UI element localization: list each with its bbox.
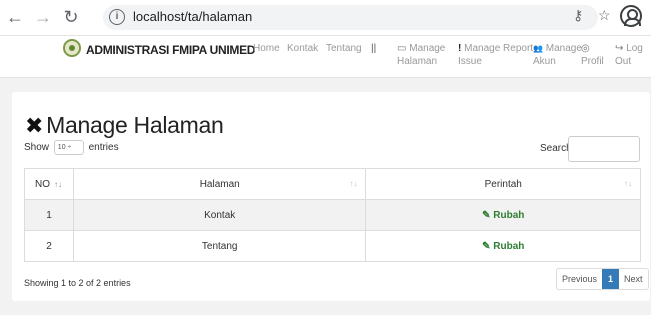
nav-divider-label: || (371, 43, 377, 54)
sort-icon: ↑↓ (624, 179, 632, 188)
browser-toolbar: ← → ↻ i localhost/ta/halaman ⚷ ☆ (0, 0, 651, 36)
header-perintah[interactable]: Perintah ↑↓ (365, 168, 641, 200)
page-1-button[interactable]: 1 (602, 269, 620, 289)
nav-kontak-label: Kontak (287, 43, 319, 54)
entries-select[interactable]: 10 ÷ (53, 140, 84, 155)
nav-divider: || (371, 42, 376, 55)
show-prefix: Show (24, 142, 50, 154)
header-no[interactable]: NO ↑↓ (24, 168, 74, 200)
halaman-table: NO ↑↓ Halaman ↑↓ Perintah ↑↓ 1 Kontak ✎ R… (24, 168, 641, 262)
nav-manage-halaman-label2: Halaman (397, 56, 438, 67)
cell-halaman: Kontak (72, 199, 367, 231)
nav-manage-akun[interactable]: 👥 Manage Akun (533, 42, 582, 68)
nav-manage-report-label2: Issue (458, 56, 482, 67)
next-button[interactable]: Next (619, 269, 648, 289)
header-halaman-label: Halaman (199, 178, 240, 190)
show-entries: Show 10 ÷ entries (24, 140, 119, 155)
showing-info: Showing 1 to 2 of 2 entries (24, 278, 131, 288)
nav-logout[interactable]: ↪ Log Out (615, 42, 643, 68)
pagination: Previous 1 Next (556, 268, 649, 290)
logo (63, 39, 81, 57)
nav-manage-report[interactable]: ! Manage Report Issue (458, 42, 533, 68)
table-row: 1 Kontak ✎ Rubah (24, 199, 641, 231)
users-icon: 👥 (533, 44, 543, 53)
nav-logout-label2: Out (615, 56, 632, 67)
info-icon[interactable]: i (109, 9, 125, 25)
exclamation-icon: ! (458, 43, 462, 54)
cell-perintah: ✎ Rubah (365, 199, 641, 231)
nav-kontak[interactable]: Kontak (287, 42, 318, 55)
profile-icon[interactable] (620, 5, 642, 27)
header-perintah-label: Perintah (484, 178, 522, 190)
rubah-label: Rubah (493, 240, 525, 252)
star-icon[interactable]: ☆ (598, 7, 611, 24)
nav-manage-halaman-label: Manage (409, 43, 446, 54)
profile-circle-icon: ◎ (581, 43, 590, 54)
sort-asc-icon: ↑↓ (54, 179, 62, 189)
nav-profil-label: Profil (581, 56, 604, 67)
rubah-label: Rubah (493, 209, 525, 221)
cell-perintah: ✎ Rubah (365, 230, 641, 262)
nav-manage-halaman[interactable]: ▭ Manage Halaman (397, 42, 445, 68)
cell-no: 1 (24, 199, 74, 231)
nav-manage-akun-label2: Akun (533, 56, 556, 67)
edit-icon: ✎ (482, 240, 491, 252)
page-title-text: Manage Halaman (46, 112, 224, 138)
nav-tentang[interactable]: Tentang (326, 42, 362, 55)
reload-icon[interactable]: ↻ (60, 6, 82, 28)
logout-icon: ↪ (615, 43, 624, 54)
header-no-label: NO (35, 178, 50, 190)
page-title: ✖ Manage Halaman (25, 112, 224, 139)
nav-manage-report-label: Manage Report (464, 43, 534, 54)
nav-logout-label: Log (626, 43, 643, 54)
table-header-row: NO ↑↓ Halaman ↑↓ Perintah ↑↓ (24, 168, 641, 200)
back-icon[interactable]: ← (4, 6, 26, 28)
address-bar[interactable]: i localhost/ta/halaman (103, 5, 598, 30)
window-icon: ▭ (397, 43, 407, 54)
brand-title[interactable]: ADMINISTRASI FMIPA UNIMED (86, 43, 255, 57)
sort-icon: ↑↓ (349, 179, 358, 188)
url-text: localhost/ta/halaman (133, 9, 253, 24)
header-halaman[interactable]: Halaman ↑↓ (72, 168, 367, 200)
search-input[interactable] (568, 136, 640, 162)
rubah-link[interactable]: ✎ Rubah (482, 241, 524, 252)
nav-manage-akun-label: Manage (545, 43, 582, 54)
key-icon[interactable]: ⚷ (573, 7, 583, 24)
table-row: 2 Tentang ✎ Rubah (24, 230, 641, 262)
nav-home-label: Home (253, 43, 280, 54)
rubah-link[interactable]: ✎ Rubah (482, 210, 524, 221)
cell-halaman: Tentang (72, 230, 367, 262)
content-card: ✖ Manage Halaman Show 10 ÷ entries Search… (12, 92, 650, 301)
nav-profil[interactable]: ◎ Profil (581, 42, 604, 68)
edit-icon: ✎ (482, 209, 491, 221)
show-suffix: entries (88, 142, 119, 154)
nav-tentang-label: Tentang (326, 43, 362, 54)
app-navbar: ADMINISTRASI FMIPA UNIMED Home Kontak Te… (0, 36, 651, 78)
nav-home[interactable]: Home (253, 42, 280, 55)
cell-no: 2 (24, 230, 74, 262)
previous-button[interactable]: Previous (557, 269, 602, 289)
tools-icon: ✖ (25, 113, 44, 138)
forward-icon[interactable]: → (32, 6, 54, 28)
